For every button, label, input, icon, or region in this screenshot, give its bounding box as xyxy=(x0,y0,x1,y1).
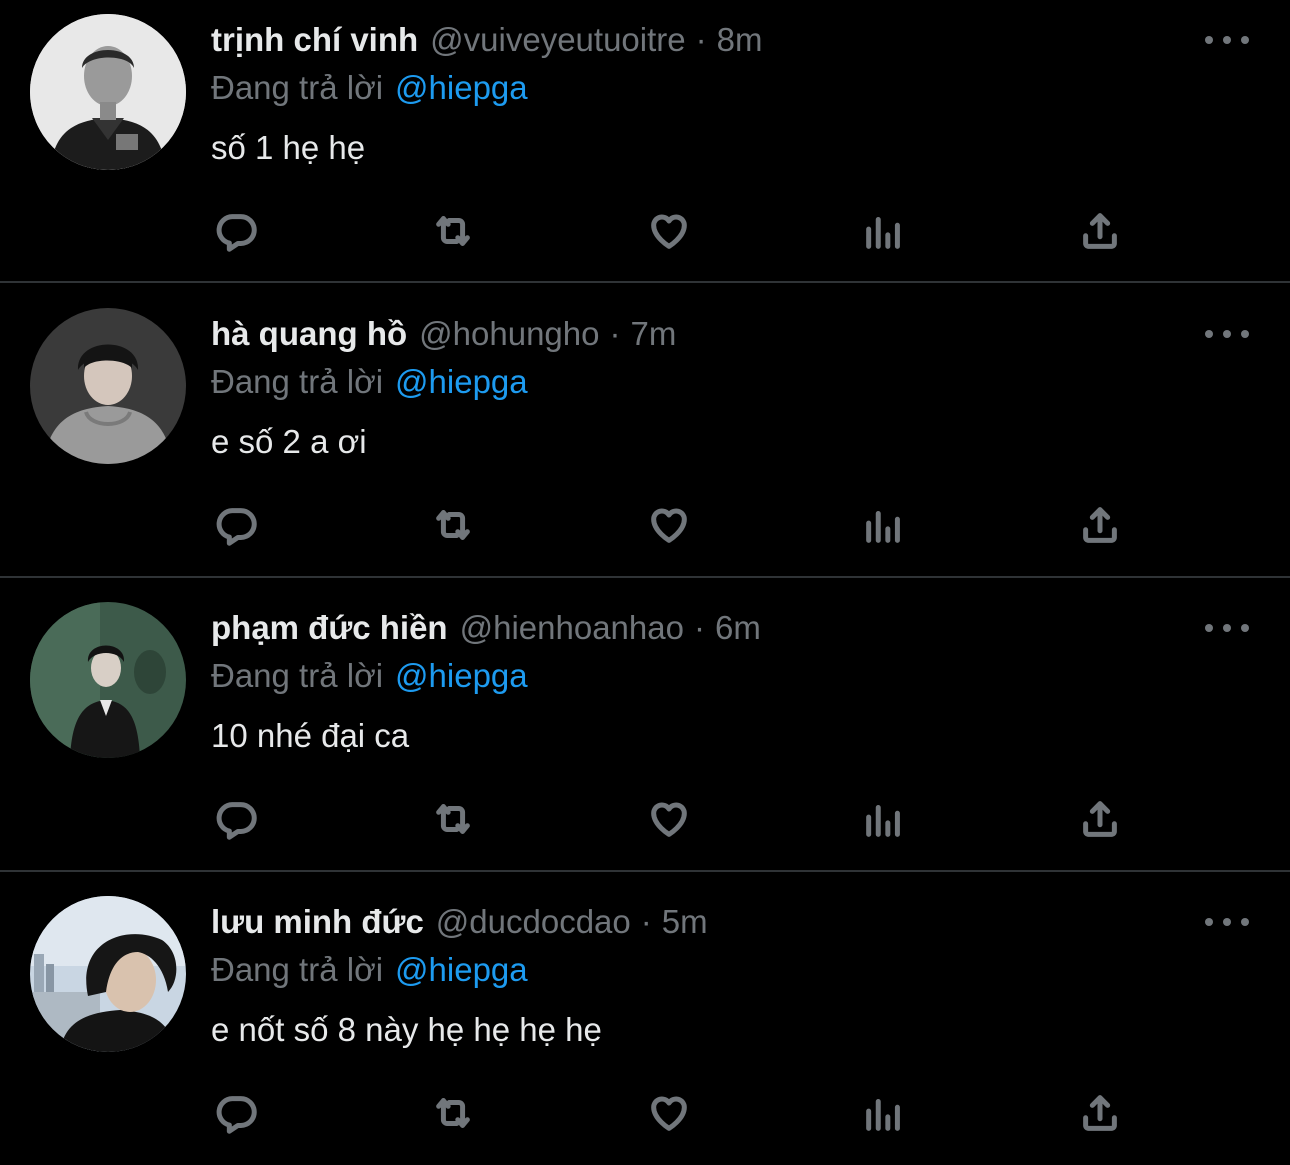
views-bar-chart-icon xyxy=(866,1099,900,1131)
tweet-header: hà quang hồ @hohungho · 7m xyxy=(211,312,676,356)
display-name[interactable]: hà quang hồ xyxy=(211,312,407,356)
like-button[interactable] xyxy=(642,206,696,256)
reply-mention-link[interactable]: @hiepga xyxy=(395,69,528,106)
more-options-button[interactable] xyxy=(1205,910,1249,934)
share-button[interactable] xyxy=(1073,206,1127,256)
reply-icon xyxy=(216,1096,257,1134)
share-icon xyxy=(1083,1095,1117,1131)
replying-to-label: Đang trả lời xyxy=(211,657,384,694)
views-bar-chart-icon xyxy=(866,511,900,543)
tweet-header: trịnh chí vinh @vuiveyeutuoitre · 8m xyxy=(211,18,762,62)
heart-icon xyxy=(651,802,687,837)
share-icon xyxy=(1083,801,1117,837)
user-handle[interactable]: @hohungho xyxy=(419,312,599,356)
reply-button[interactable] xyxy=(210,794,264,844)
heart-icon xyxy=(651,214,687,249)
timestamp[interactable]: 5m xyxy=(662,900,708,944)
views-button[interactable] xyxy=(857,1088,911,1138)
views-button[interactable] xyxy=(857,206,911,256)
tweet-text: số 1 hẹ hẹ xyxy=(211,129,366,166)
more-options-button[interactable] xyxy=(1205,322,1249,346)
like-button[interactable] xyxy=(642,1088,696,1138)
views-bar-chart-icon xyxy=(866,805,900,837)
retweet-icon xyxy=(436,216,470,246)
share-button[interactable] xyxy=(1073,794,1127,844)
replying-to: Đang trả lời @hiepga xyxy=(211,948,528,992)
avatar[interactable] xyxy=(30,896,186,1052)
retweet-button[interactable] xyxy=(426,1088,480,1138)
tweet-actions xyxy=(0,794,1290,844)
share-icon xyxy=(1083,507,1117,543)
views-button[interactable] xyxy=(857,500,911,550)
more-dots-icon xyxy=(1205,624,1213,632)
tweet[interactable]: phạm đức hiền @hienhoanhao · 6m Đang trả… xyxy=(0,578,1290,872)
separator-dot: · xyxy=(640,903,652,940)
user-handle[interactable]: @ducdocdao xyxy=(436,900,631,944)
avatar[interactable] xyxy=(30,308,186,464)
tweet[interactable]: lưu minh đức @ducdocdao · 5m Đang trả lờ… xyxy=(0,872,1290,1165)
more-options-button[interactable] xyxy=(1205,616,1249,640)
views-bar-chart-icon xyxy=(866,217,900,249)
timestamp[interactable]: 6m xyxy=(715,606,761,650)
display-name[interactable]: trịnh chí vinh xyxy=(211,18,418,62)
share-icon xyxy=(1083,213,1117,249)
avatar[interactable] xyxy=(30,602,186,758)
tweet-actions xyxy=(0,1088,1290,1138)
tweet-header: phạm đức hiền @hienhoanhao · 6m xyxy=(211,606,761,650)
more-dots-icon xyxy=(1205,330,1213,338)
reply-mention-link[interactable]: @hiepga xyxy=(395,657,528,694)
tweet-actions xyxy=(0,206,1290,256)
reply-icon xyxy=(216,214,257,252)
heart-icon xyxy=(651,1096,687,1131)
tweet-header: lưu minh đức @ducdocdao · 5m xyxy=(211,900,708,944)
separator-dot: · xyxy=(693,609,705,646)
tweet-actions xyxy=(0,500,1290,550)
reply-mention-link[interactable]: @hiepga xyxy=(395,363,528,400)
reply-icon xyxy=(216,802,257,840)
more-options-button[interactable] xyxy=(1205,28,1249,52)
retweet-button[interactable] xyxy=(426,794,480,844)
retweet-icon xyxy=(436,804,470,834)
retweet-icon xyxy=(436,510,470,540)
tweet-text: e nốt số 8 này hẹ hẹ hẹ hẹ xyxy=(211,1011,602,1048)
like-button[interactable] xyxy=(642,794,696,844)
user-handle[interactable]: @hienhoanhao xyxy=(460,606,684,650)
like-button[interactable] xyxy=(642,500,696,550)
separator-dot: · xyxy=(695,21,707,58)
reply-button[interactable] xyxy=(210,500,264,550)
replying-to-label: Đang trả lời xyxy=(211,363,384,400)
reply-icon xyxy=(216,508,257,546)
reply-button[interactable] xyxy=(210,1088,264,1138)
replying-to: Đang trả lời @hiepga xyxy=(211,66,528,110)
retweet-button[interactable] xyxy=(426,500,480,550)
reply-mention-link[interactable]: @hiepga xyxy=(395,951,528,988)
separator-dot: · xyxy=(609,315,621,352)
replying-to-label: Đang trả lời xyxy=(211,951,384,988)
tweet[interactable]: hà quang hồ @hohungho · 7m Đang trả lời @… xyxy=(0,284,1290,578)
retweet-button[interactable] xyxy=(426,206,480,256)
avatar[interactable] xyxy=(30,14,186,170)
replying-to: Đang trả lời @hiepga xyxy=(211,654,528,698)
retweet-icon xyxy=(436,1098,470,1128)
reply-feed: trịnh chí vinh @vuiveyeutuoitre · 8m Đan… xyxy=(0,0,1290,1165)
more-dots-icon xyxy=(1205,36,1213,44)
user-handle[interactable]: @vuiveyeutuoitre xyxy=(430,18,685,62)
reply-button[interactable] xyxy=(210,206,264,256)
tweet[interactable]: trịnh chí vinh @vuiveyeutuoitre · 8m Đan… xyxy=(0,0,1290,283)
tweet-text: e số 2 a ơi xyxy=(211,423,367,460)
timestamp[interactable]: 8m xyxy=(717,18,763,62)
views-button[interactable] xyxy=(857,794,911,844)
timestamp[interactable]: 7m xyxy=(630,312,676,356)
share-button[interactable] xyxy=(1073,1088,1127,1138)
replying-to-label: Đang trả lời xyxy=(211,69,384,106)
share-button[interactable] xyxy=(1073,500,1127,550)
replying-to: Đang trả lời @hiepga xyxy=(211,360,528,404)
more-dots-icon xyxy=(1205,918,1213,926)
tweet-text: 10 nhé đại ca xyxy=(211,717,410,754)
display-name[interactable]: phạm đức hiền xyxy=(211,606,448,650)
display-name[interactable]: lưu minh đức xyxy=(211,900,424,944)
heart-icon xyxy=(651,508,687,543)
